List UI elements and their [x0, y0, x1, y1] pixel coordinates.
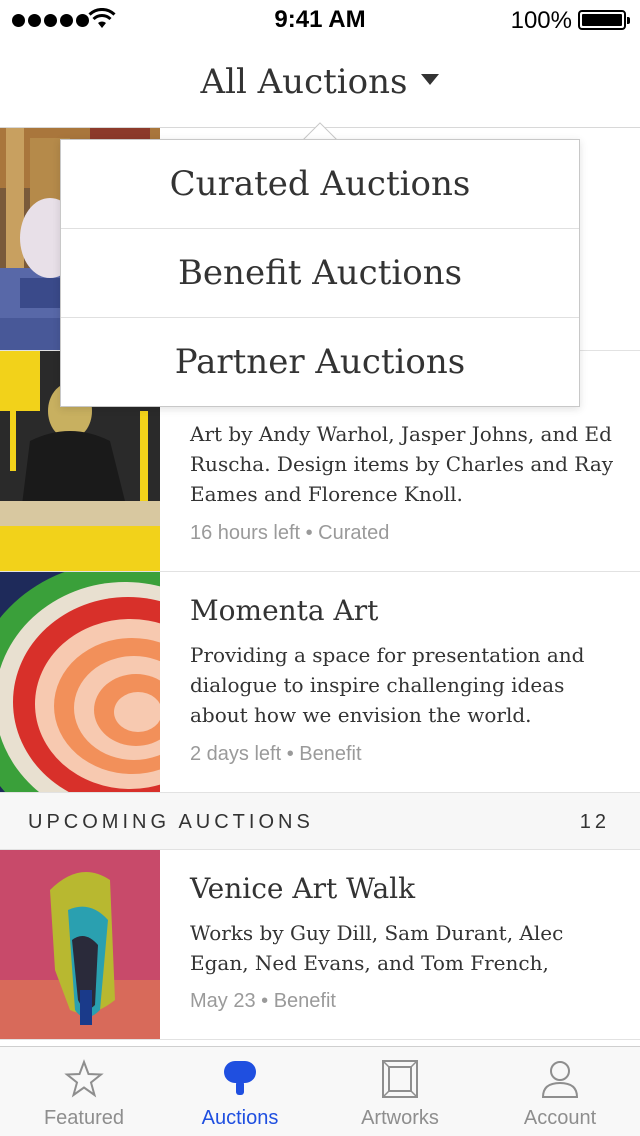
tab-account[interactable]: Account [480, 1047, 640, 1136]
page-title: All Auctions [200, 62, 408, 102]
paddle-icon [224, 1061, 256, 1095]
upcoming-auctions-header: UPCOMING AUCTIONS 12 [0, 792, 640, 850]
battery-percentage: 100% [510, 7, 572, 34]
section-count: 12 [579, 811, 610, 833]
auction-meta: May 23 • Benefit [190, 990, 336, 1012]
auction-filter-toggle[interactable]: All Auctions [0, 62, 640, 102]
auction-filter-menu: Curated Auctions Benefit Auctions Partne… [60, 139, 580, 407]
auction-row[interactable]: Momenta Art Providing a space for presen… [0, 572, 640, 793]
section-label: UPCOMING AUCTIONS [28, 811, 314, 833]
tab-label: Artworks [361, 1107, 439, 1129]
tab-auctions[interactable]: Auctions [160, 1047, 320, 1136]
star-icon [64, 1059, 104, 1098]
person-icon [541, 1061, 579, 1098]
navigation-bar: All Auctions [0, 40, 640, 128]
auction-description: Art by Andy Warhol, Jasper Johns, and Ed… [190, 422, 614, 506]
menu-item-benefit-auctions[interactable]: Benefit Auctions [61, 229, 579, 318]
caret-down-icon [421, 74, 440, 85]
auction-row[interactable]: Venice Art Walk Works by Guy Dill, Sam D… [0, 850, 640, 1040]
tab-label: Account [523, 1107, 597, 1129]
auction-meta: 2 days left • Benefit [190, 743, 362, 765]
battery-icon [578, 10, 630, 30]
tab-label: Featured [43, 1107, 125, 1129]
tab-label: Auctions [201, 1107, 279, 1129]
tab-artworks[interactable]: Artworks [320, 1047, 480, 1136]
menu-item-partner-auctions[interactable]: Partner Auctions [61, 318, 579, 407]
auction-title: Momenta Art [190, 594, 379, 627]
auction-title: Venice Art Walk [190, 872, 416, 905]
tab-bar: Featured Auctions Artworks Account [0, 1046, 640, 1136]
auction-description: Works by Guy Dill, Sam Durant, Alec Egan… [190, 921, 564, 975]
status-bar: 9:41 AM 100% [0, 0, 640, 40]
auction-thumbnail [0, 572, 160, 792]
tab-featured[interactable]: Featured [4, 1047, 164, 1136]
menu-item-curated-auctions[interactable]: Curated Auctions [61, 140, 579, 229]
frame-icon [382, 1060, 418, 1098]
dropdown-pointer [300, 120, 340, 140]
auction-description: Providing a space for presentation and d… [190, 643, 585, 727]
auction-meta: 16 hours left • Curated [190, 522, 390, 544]
auction-thumbnail [0, 850, 160, 1039]
